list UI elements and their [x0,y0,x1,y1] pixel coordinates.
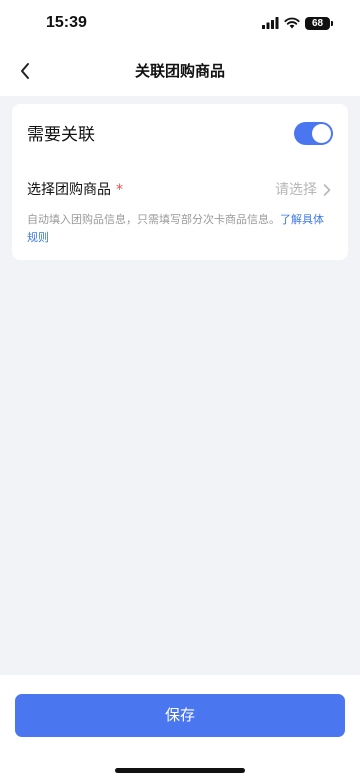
page-title: 关联团购商品 [134,62,225,80]
hint-text: 自动填入团购品信息，只需填写部分次卡商品信息。了解具体规则 [27,211,334,247]
home-indicator [115,768,245,773]
toggle-knob [312,124,331,143]
save-button[interactable]: 保存 [15,694,345,737]
wifi-icon [284,17,300,29]
status-time: 15:39 [46,14,87,31]
nav-bar: 关联团购商品 [0,46,360,96]
bottom-bar: 保存 [0,675,360,780]
status-bar: 15:39 68 [0,0,360,46]
cellular-signal-icon [262,17,279,29]
required-mark: * [116,182,123,198]
select-placeholder[interactable]: 请选择 [275,178,317,202]
hint-description: 自动填入团购品信息，只需填写部分次卡商品信息。 [27,213,280,226]
settings-card: 需要关联 选择团购商品 * 请选择 自动填入团购品信息，只需填写部分次卡商品信息。… [12,104,348,260]
status-icons: 68 [262,16,333,30]
need-link-label: 需要关联 [27,125,95,145]
select-product-row[interactable]: 选择团购商品 * 请选择 [27,178,333,202]
chevron-right-icon [323,184,331,196]
need-link-row: 需要关联 [27,122,333,148]
select-product-label: 选择团购商品 [27,182,111,198]
need-link-toggle[interactable] [294,122,333,145]
battery-icon: 68 [305,16,333,30]
battery-level: 68 [311,17,324,29]
